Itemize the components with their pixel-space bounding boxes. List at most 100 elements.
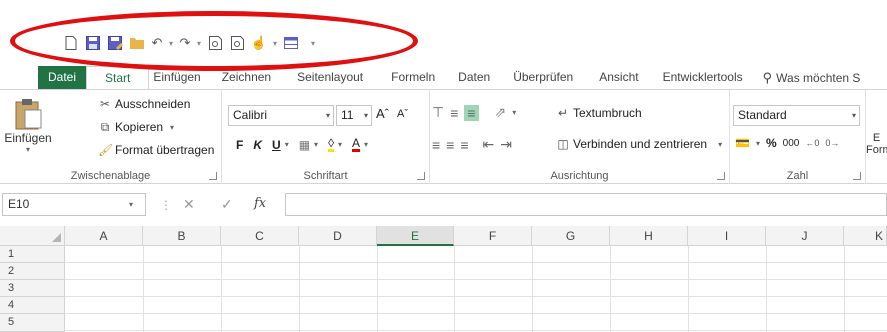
number-format-select[interactable]: Standard ▾ — [733, 105, 860, 126]
clipboard-launcher-icon[interactable] — [209, 172, 217, 180]
align-center-icon[interactable]: ≡ — [446, 137, 454, 153]
tell-me-box[interactable]: ⚲ Was möchten S — [755, 66, 861, 89]
ribbon-tabs: Datei Start Einfügen Zeichnen Seitenlayo… — [0, 66, 887, 89]
column-header-i[interactable]: I — [688, 226, 766, 246]
align-bottom-icon[interactable]: ≡ — [464, 104, 479, 121]
bold-button[interactable]: F — [236, 138, 243, 152]
number-launcher-icon[interactable] — [853, 172, 861, 180]
cell-area[interactable] — [65, 246, 887, 332]
format-painter-button[interactable]: 🖌 Format übertragen — [98, 143, 214, 157]
horizontal-align-row: ≡ ≡ ≡ ⇤ ⇥ — [432, 136, 512, 153]
new-icon[interactable] — [60, 33, 82, 53]
align-left-icon[interactable]: ≡ — [432, 137, 440, 153]
font-launcher-icon[interactable] — [417, 172, 425, 180]
styles-group-partial[interactable]: E Form — [866, 132, 887, 156]
quick-access-toolbar: ↶ ▾ ↷ ▾ ☝ ▾ ▾ — [0, 0, 887, 66]
align-middle-icon[interactable]: ≡ — [450, 105, 458, 121]
border-icon[interactable]: ▦ — [299, 138, 310, 152]
decrease-indent-icon[interactable]: ⇤ — [483, 136, 495, 153]
orientation-dropdown-icon[interactable]: ▾ — [512, 108, 516, 117]
tab-ueberpruefen[interactable]: Überprüfen — [501, 66, 585, 89]
row-header-4[interactable]: 4 — [0, 297, 65, 314]
column-header-e[interactable]: E — [377, 226, 454, 246]
shrink-font-icon[interactable]: Aˇ — [397, 108, 408, 120]
row-header-5[interactable]: 5 — [0, 314, 65, 332]
open-folder-icon[interactable] — [126, 33, 148, 53]
name-box[interactable]: E10 ▾ — [2, 193, 146, 216]
merge-center-button[interactable]: ◫ Verbinden und zentrieren ▾ — [556, 137, 722, 151]
redo-dropdown-icon[interactable]: ▾ — [194, 33, 204, 53]
align-top-icon[interactable]: ⊤ — [432, 104, 444, 121]
font-color-icon[interactable]: A — [352, 137, 361, 152]
tab-zeichnen[interactable]: Zeichnen — [210, 66, 285, 89]
tab-start[interactable]: Start — [86, 66, 150, 89]
copy-button[interactable]: ⧉ Kopieren ▾ — [98, 120, 174, 134]
cancel-icon[interactable]: ✕ — [183, 196, 195, 213]
underline-dropdown-icon[interactable]: ▾ — [285, 140, 289, 149]
increase-decimal-icon[interactable]: ←0 — [805, 138, 819, 148]
name-box-dropdown-icon: ▾ — [128, 200, 133, 209]
column-header-b[interactable]: B — [143, 226, 221, 246]
column-header-h[interactable]: H — [610, 226, 688, 246]
row-header-2[interactable]: 2 — [0, 263, 65, 280]
redo-icon[interactable]: ↷ — [176, 33, 194, 53]
align-right-icon[interactable]: ≡ — [460, 137, 468, 153]
increase-indent-icon[interactable]: ⇥ — [500, 136, 512, 153]
tab-datei[interactable]: Datei — [38, 66, 86, 89]
undo-dropdown-icon[interactable]: ▾ — [166, 33, 176, 53]
print-preview-2-icon[interactable] — [226, 33, 248, 53]
touch-mode-icon[interactable]: ☝ — [248, 33, 270, 53]
underline-button[interactable]: U — [272, 138, 281, 152]
number-group-label: Zahl — [786, 170, 809, 182]
print-preview-icon[interactable] — [204, 33, 226, 53]
column-header-f[interactable]: F — [454, 226, 532, 246]
currency-icon[interactable]: 💳 — [735, 136, 750, 150]
enter-icon[interactable]: ✓ — [221, 196, 233, 213]
save-icon[interactable] — [82, 33, 104, 53]
tab-seitenlayout[interactable]: Seitenlayout — [285, 66, 375, 89]
font-color-dropdown-icon[interactable]: ▾ — [364, 140, 368, 149]
border-dropdown-icon[interactable]: ▾ — [314, 140, 318, 149]
wrap-text-button[interactable]: ↵ Textumbruch — [556, 106, 642, 120]
cut-button[interactable]: ✂ Ausschneiden — [98, 97, 190, 111]
undo-icon[interactable]: ↶ — [148, 33, 166, 53]
customize-icon[interactable]: ▾ — [308, 33, 318, 53]
insert-function-button[interactable]: fx — [254, 196, 266, 211]
fill-color-icon[interactable]: ◊ — [328, 137, 334, 152]
italic-button[interactable]: K — [253, 138, 262, 152]
grow-font-icon[interactable]: Aˆ — [376, 106, 389, 121]
font-name-select[interactable]: Calibri ▾ — [228, 105, 334, 126]
save-as-icon[interactable] — [104, 33, 126, 53]
column-header-j[interactable]: J — [766, 226, 844, 246]
decrease-decimal-icon[interactable]: 0→ — [825, 138, 839, 148]
thousands-button[interactable]: 000 — [783, 138, 800, 149]
tab-daten[interactable]: Daten — [446, 66, 501, 89]
alignment-launcher-icon[interactable] — [717, 172, 725, 180]
select-all-corner[interactable] — [0, 226, 65, 246]
column-header-g[interactable]: G — [532, 226, 610, 246]
column-header-a[interactable]: A — [65, 226, 143, 246]
currency-dropdown-icon[interactable]: ▾ — [756, 139, 760, 148]
percent-button[interactable]: % — [766, 136, 777, 150]
column-header-d[interactable]: D — [299, 226, 377, 246]
column-header-c[interactable]: C — [221, 226, 299, 246]
tab-entwicklertools[interactable]: Entwicklertools — [651, 66, 755, 89]
row-header-3[interactable]: 3 — [0, 280, 65, 297]
tab-formeln[interactable]: Formeln — [375, 66, 446, 89]
tab-einfuegen[interactable]: Einfügen — [149, 66, 209, 89]
row-header-1[interactable]: 1 — [0, 246, 65, 263]
column-header-k[interactable]: K — [844, 226, 887, 246]
clipboard-group-label: Zwischenablage — [70, 170, 151, 182]
lightbulb-icon: ⚲ — [762, 69, 773, 85]
orientation-icon[interactable]: ⇗ — [495, 104, 507, 121]
font-name-value: Calibri — [233, 108, 268, 122]
tab-ansicht[interactable]: Ansicht — [585, 66, 650, 89]
fill-color-dropdown-icon[interactable]: ▾ — [338, 140, 342, 149]
font-size-select[interactable]: 11 ▾ — [336, 105, 372, 126]
number-format-value: Standard — [738, 108, 787, 122]
table-icon[interactable] — [280, 33, 302, 53]
paste-button[interactable]: Einfügen ▾ — [4, 96, 52, 168]
column-divider — [454, 246, 455, 332]
touch-dropdown-icon[interactable]: ▾ — [270, 33, 280, 53]
formula-input[interactable] — [285, 193, 887, 216]
